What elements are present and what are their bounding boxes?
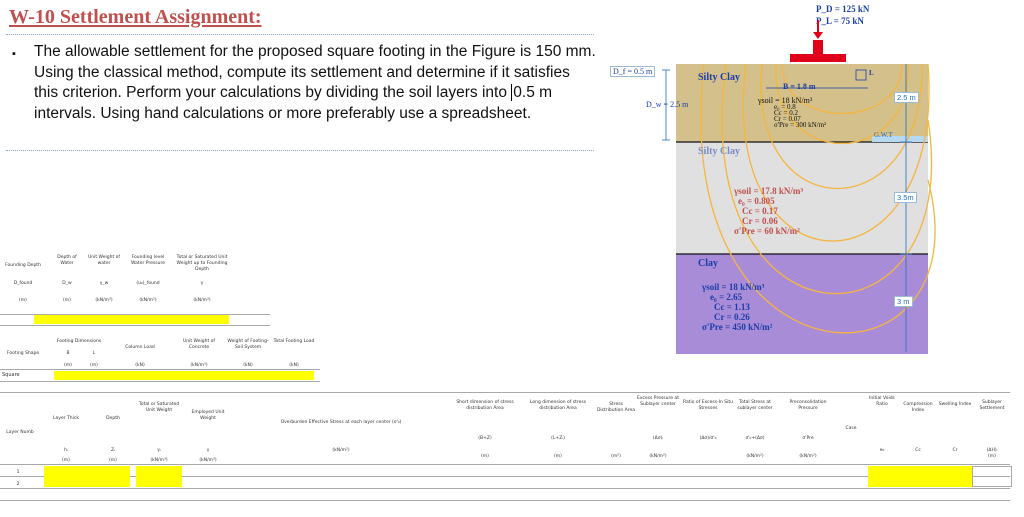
width-label: B = 1.8 m <box>783 82 816 91</box>
footing-input-row[interactable] <box>54 371 314 380</box>
unit-weight-input-cells[interactable] <box>136 466 182 487</box>
layer2-props: γsoil = 17.8 kN/m³ e₀ = 0.805 Cc = 0.17 Cr … <box>734 186 804 236</box>
dim-layer-2: 3.5m <box>894 192 917 203</box>
assignment-paragraph: ▪ The allowable settlement for the propo… <box>12 42 597 124</box>
paragraph-text-after: intervals. Using hand calculations or mo… <box>34 104 532 122</box>
founding-input-row[interactable] <box>34 315 229 324</box>
divider-bottom <box>6 150 594 151</box>
length-label: L <box>869 69 874 77</box>
founding-depth-label: D_f = 0.5 m <box>610 66 656 77</box>
paragraph-highlight: 0.5 m <box>511 84 553 101</box>
gwt-label: G.W.T <box>874 131 893 139</box>
layer1-props: e₀ = 0.8 Cc = 0.2 Cr = 0.07 σ'Pre = 300 kN/… <box>774 103 827 129</box>
sheet-settlement-table: Layer Numb Layer Thick Depth Total or Sa… <box>0 392 1024 517</box>
layer-input-cells[interactable] <box>44 466 130 487</box>
sheet-founding-table: Founding Depth Depth of Water Unit Weigh… <box>0 255 250 324</box>
layer3-props: γsoil = 18 kN/m³ e₀ = 2.65 Cc = 1.13 Cr = 0… <box>702 282 773 332</box>
footing-figure: P_D = 125 kN P_L = 75 kN D_f = 0.5 m D_w… <box>606 0 1024 370</box>
bullet-icon: ▪ <box>12 48 16 60</box>
settlement-output-cells[interactable] <box>972 466 1012 487</box>
footing-column <box>813 40 823 56</box>
soil-props-input-cells[interactable] <box>868 466 972 487</box>
layer2-name: Silty Clay <box>698 146 740 157</box>
layer1-name: Silty Clay <box>698 72 740 83</box>
dim-layer-1: 2.5 m <box>894 92 919 103</box>
row-number-1: 1 <box>16 470 20 475</box>
divider-top <box>6 34 594 35</box>
page-title: W-10 Settlement Assignment: <box>9 6 262 28</box>
dim-layer-3: 3 m <box>894 296 913 307</box>
water-depth-label: D_w = 2.5 m <box>646 100 689 109</box>
soil-profile-svg <box>662 20 936 354</box>
layer3-name: Clay <box>698 258 718 269</box>
row-number-2: 2 <box>16 482 20 487</box>
footing-shape-value[interactable]: Square <box>2 372 42 378</box>
